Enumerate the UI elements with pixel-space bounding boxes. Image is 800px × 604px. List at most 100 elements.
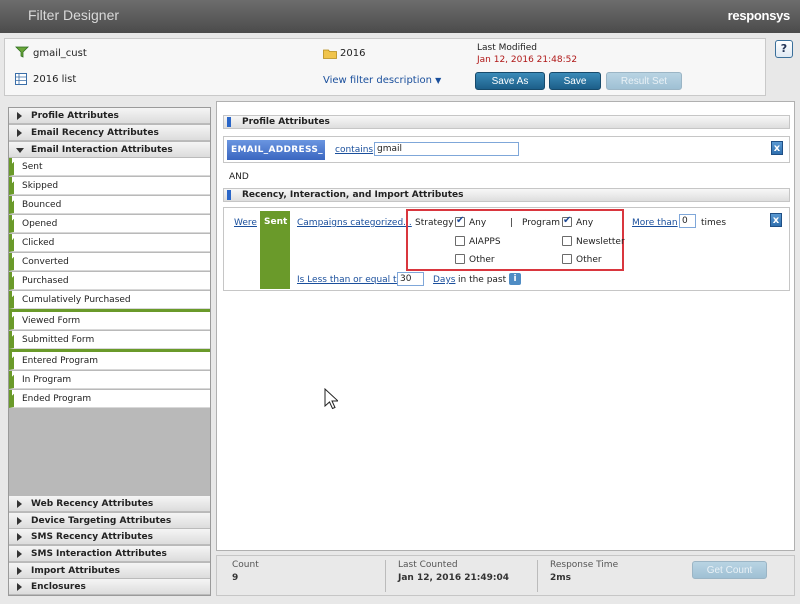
last-counted-value: Jan 12, 2016 21:49:04	[398, 573, 509, 583]
item-label: Ended Program	[22, 394, 92, 404]
strategy-any-checkbox[interactable]	[455, 215, 465, 227]
save-as-button[interactable]: Save As	[475, 72, 545, 90]
view-description-label: View filter description	[323, 75, 432, 86]
expand-arrow-icon	[17, 550, 22, 558]
help-button[interactable]: ?	[775, 40, 793, 58]
item-label: Clicked	[22, 238, 55, 248]
count-footer: Count 9 Last Counted Jan 12, 2016 21:49:…	[216, 555, 795, 596]
drag-corner-icon	[12, 177, 18, 183]
program-any-checkbox[interactable]	[562, 215, 572, 227]
less-than-or-equal-link[interactable]: Is Less than or equal to	[297, 275, 402, 285]
drag-corner-icon	[12, 196, 18, 202]
profile-attributes-header: Profile Attributes	[223, 115, 790, 129]
item-in-program[interactable]: In Program	[9, 371, 210, 389]
section-enclosures[interactable]: Enclosures	[9, 579, 210, 595]
item-submitted-form[interactable]: Submitted Form	[9, 331, 210, 349]
section-label: Email Interaction Attributes	[31, 145, 173, 155]
list-name: 2016 list	[33, 74, 77, 85]
section-label: SMS Recency Attributes	[31, 532, 153, 542]
filter-header: gmail_cust 2016 2016 list View filter de…	[4, 38, 766, 96]
drag-corner-icon	[12, 352, 18, 358]
section-email-recency[interactable]: Email Recency Attributes	[9, 125, 210, 141]
app-title: Filter Designer	[28, 7, 120, 23]
sent-tag[interactable]: Sent	[260, 211, 290, 289]
item-opened[interactable]: Opened	[9, 215, 210, 233]
program-other-checkbox[interactable]	[562, 254, 572, 264]
info-icon[interactable]: i	[509, 273, 521, 285]
separator-pipe: |	[510, 218, 514, 228]
item-label: Bounced	[22, 200, 62, 210]
section-label: Profile Attributes	[31, 111, 119, 121]
operator-contains-link[interactable]: contains	[335, 145, 373, 155]
drag-corner-icon	[12, 291, 18, 297]
item-clicked[interactable]: Clicked	[9, 234, 210, 252]
get-count-button[interactable]: Get Count	[692, 561, 767, 579]
more-than-link[interactable]: More than	[632, 218, 678, 228]
section-profile-attributes[interactable]: Profile Attributes	[9, 108, 210, 124]
remove-condition-button[interactable]: x	[771, 141, 783, 155]
filter-name: gmail_cust	[33, 48, 87, 59]
item-bounced[interactable]: Bounced	[9, 196, 210, 214]
item-label: Viewed Form	[22, 316, 81, 326]
expand-arrow-icon	[17, 517, 22, 525]
footer-divider	[385, 560, 386, 592]
item-skipped[interactable]: Skipped	[9, 177, 210, 195]
strategy-aiapps-checkbox[interactable]	[455, 236, 465, 246]
item-ended-program[interactable]: Ended Program	[9, 390, 210, 408]
drag-corner-icon	[12, 234, 18, 240]
section-sms-interaction[interactable]: SMS Interaction Attributes	[9, 546, 210, 562]
mouse-cursor-icon	[324, 387, 340, 413]
section-sms-recency[interactable]: SMS Recency Attributes	[9, 529, 210, 545]
title-bar: Filter Designer responsys	[0, 0, 800, 33]
item-entered-program[interactable]: Entered Program	[9, 352, 210, 370]
days-input[interactable]: 30	[397, 272, 424, 286]
times-input[interactable]: 0	[679, 214, 696, 228]
strategy-aiapps-label: AIAPPS	[469, 237, 501, 247]
strategy-other-checkbox[interactable]	[455, 254, 465, 264]
item-sent[interactable]: Sent	[9, 158, 210, 176]
item-label: Sent	[22, 162, 43, 172]
profile-condition-row: EMAIL_ADDRESS_ contains gmail x	[223, 136, 790, 163]
drag-corner-icon	[12, 331, 18, 337]
strategy-other-label: Other	[469, 255, 495, 265]
item-viewed-form[interactable]: Viewed Form	[9, 312, 210, 330]
remove-interaction-button[interactable]: x	[770, 213, 782, 227]
were-link[interactable]: Were	[234, 218, 257, 228]
response-time-label: Response Time	[550, 560, 619, 570]
condition-value-input[interactable]: gmail	[374, 142, 519, 156]
response-time-value: 2ms	[550, 573, 571, 583]
section-import-attributes[interactable]: Import Attributes	[9, 563, 210, 579]
save-button[interactable]: Save	[549, 72, 601, 90]
result-set-button[interactable]: Result Set	[606, 72, 682, 90]
program-newsletter-checkbox[interactable]	[562, 236, 572, 246]
item-purchased[interactable]: Purchased	[9, 272, 210, 290]
drag-corner-icon	[12, 312, 18, 318]
drag-corner-icon	[12, 371, 18, 377]
filter-canvas: Profile Attributes EMAIL_ADDRESS_ contai…	[216, 101, 795, 551]
item-cumulatively-purchased[interactable]: Cumulatively Purchased	[9, 291, 210, 309]
view-description-link[interactable]: View filter description ▼	[323, 75, 441, 86]
email-address-field-tag[interactable]: EMAIL_ADDRESS_	[227, 140, 325, 160]
days-link[interactable]: Days	[433, 275, 455, 285]
header-label: Profile Attributes	[242, 117, 330, 127]
folder-icon	[323, 48, 337, 59]
item-converted[interactable]: Converted	[9, 253, 210, 271]
item-label: Cumulatively Purchased	[22, 295, 131, 305]
section-web-recency[interactable]: Web Recency Attributes	[9, 496, 210, 512]
count-value: 9	[232, 573, 239, 583]
program-other-label: Other	[576, 255, 602, 265]
section-device-targeting[interactable]: Device Targeting Attributes	[9, 513, 210, 529]
campaigns-categorized-link[interactable]: Campaigns categorized...	[297, 218, 412, 228]
header-marker	[227, 117, 231, 127]
item-label: Entered Program	[22, 356, 99, 366]
section-email-interaction[interactable]: Email Interaction Attributes	[9, 142, 210, 158]
program-newsletter-label: Newsletter	[576, 237, 625, 247]
drag-corner-icon	[12, 215, 18, 221]
section-label: Web Recency Attributes	[31, 499, 154, 509]
expand-arrow-icon	[17, 129, 22, 137]
drag-corner-icon	[12, 253, 18, 259]
item-label: Converted	[22, 257, 69, 267]
item-label: Purchased	[22, 276, 69, 286]
interaction-condition-row: Were Sent Campaigns categorized... Strat…	[223, 207, 790, 291]
item-label: In Program	[22, 375, 72, 385]
